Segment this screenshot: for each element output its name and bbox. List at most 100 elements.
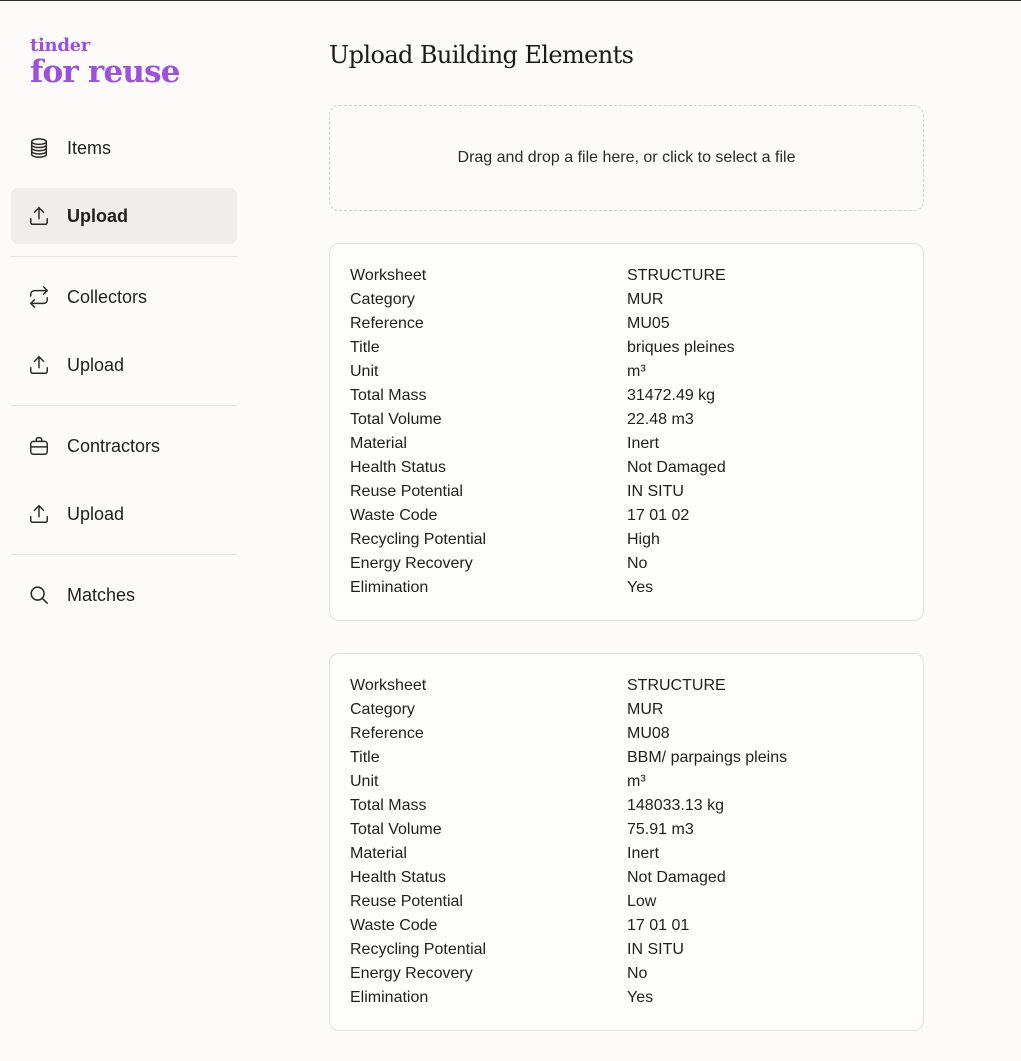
field-value: 31472.49 kg xyxy=(627,387,716,404)
search-icon xyxy=(27,583,51,607)
record-field-row: Waste Code 17 01 02 xyxy=(350,504,903,528)
field-value: m³ xyxy=(627,773,646,790)
field-value: MUR xyxy=(627,291,664,308)
field-value: No xyxy=(627,965,648,982)
field-value: Not Damaged xyxy=(627,869,726,886)
record-field-row: Reuse Potential IN SITU xyxy=(350,480,903,504)
sidebar-item-collectors-upload[interactable]: Upload xyxy=(11,337,237,393)
file-dropzone[interactable]: Drag and drop a file here, or click to s… xyxy=(329,105,924,211)
nav-divider xyxy=(11,405,237,406)
upload-icon xyxy=(27,353,51,377)
record-field-row: Recycling Potential IN SITU xyxy=(350,938,903,962)
field-value: IN SITU xyxy=(627,483,684,500)
nav-divider xyxy=(11,256,237,257)
field-label: Unit xyxy=(350,363,379,380)
page-title: Upload Building Elements xyxy=(329,41,634,69)
record-card: Worksheet STRUCTURE Category MUR Reference MU… xyxy=(329,653,924,1031)
record-field-row: Elimination Yes xyxy=(350,576,903,600)
record-field-row: Total Volume 22.48 m3 xyxy=(350,408,903,432)
field-label: Recycling Potential xyxy=(350,941,487,958)
sidebar-item-label: Contractors xyxy=(67,435,161,456)
brand-logo[interactable]: tinder for reuse xyxy=(30,35,181,88)
field-label: Category xyxy=(350,291,415,308)
sidebar-item-items[interactable]: Items xyxy=(11,120,237,176)
record-field-row: Reference MU05 xyxy=(350,312,903,336)
record-field-row: Energy Recovery No xyxy=(350,962,903,986)
record-field-row: Worksheet STRUCTURE xyxy=(350,674,903,698)
upload-icon xyxy=(27,204,51,228)
sidebar-item-label: Upload xyxy=(67,205,128,226)
field-value: MU08 xyxy=(627,725,670,742)
field-value: IN SITU xyxy=(627,941,684,958)
field-value: MU05 xyxy=(627,315,670,332)
field-label: Reuse Potential xyxy=(350,893,463,910)
field-label: Health Status xyxy=(350,459,447,476)
dropzone-text: Drag and drop a file here, or click to s… xyxy=(457,149,796,166)
field-value: Yes xyxy=(627,989,654,1006)
sidebar-item-matches[interactable]: Matches xyxy=(11,567,237,623)
field-label: Worksheet xyxy=(350,677,427,694)
field-label: Reuse Potential xyxy=(350,483,463,500)
sidebar-item-contractors[interactable]: Contractors xyxy=(11,418,237,474)
field-value: STRUCTURE xyxy=(627,267,726,284)
sidebar-nav: Items Upload Collectors Upload Contracto… xyxy=(11,120,237,635)
nav-divider xyxy=(11,554,237,555)
field-label: Health Status xyxy=(350,869,447,886)
record-field-row: Material Inert xyxy=(350,842,903,866)
sidebar-item-collectors[interactable]: Collectors xyxy=(11,269,237,325)
field-value: Inert xyxy=(627,845,660,862)
field-label: Reference xyxy=(350,725,424,742)
field-label: Total Mass xyxy=(350,387,427,404)
field-label: Unit xyxy=(350,773,379,790)
field-label: Elimination xyxy=(350,989,429,1006)
sidebar-item-items-upload[interactable]: Upload xyxy=(11,188,237,244)
field-label: Worksheet xyxy=(350,267,427,284)
field-label: Elimination xyxy=(350,579,429,596)
field-label: Material xyxy=(350,435,407,452)
record-field-row: Health Status Not Damaged xyxy=(350,866,903,890)
field-value: m³ xyxy=(627,363,646,380)
field-value: 148033.13 kg xyxy=(627,797,724,814)
brand-line1: tinder xyxy=(30,35,90,56)
record-field-row: Worksheet STRUCTURE xyxy=(350,264,903,288)
record-field-row: Category MUR xyxy=(350,288,903,312)
sidebar-item-label: Upload xyxy=(67,354,125,375)
field-label: Reference xyxy=(350,315,424,332)
field-value: 22.48 m3 xyxy=(627,411,694,428)
field-label: Recycling Potential xyxy=(350,531,487,548)
field-label: Category xyxy=(350,701,415,718)
field-label: Total Volume xyxy=(350,411,442,428)
field-label: Title xyxy=(350,749,380,766)
record-field-row: Title briques pleines xyxy=(350,336,903,360)
field-value: Not Damaged xyxy=(627,459,726,476)
record-field-row: Unit m³ xyxy=(350,360,903,384)
field-value: 17 01 01 xyxy=(627,917,690,934)
field-label: Energy Recovery xyxy=(350,555,473,572)
sidebar-item-label: Collectors xyxy=(67,286,148,307)
field-value: Low xyxy=(627,893,657,910)
record-field-row: Elimination Yes xyxy=(350,986,903,1010)
field-label: Energy Recovery xyxy=(350,965,473,982)
record-field-row: Waste Code 17 01 01 xyxy=(350,914,903,938)
field-label: Title xyxy=(350,339,380,356)
field-value: No xyxy=(627,555,648,572)
record-field-row: Unit m³ xyxy=(350,770,903,794)
field-value: 75.91 m3 xyxy=(627,821,694,838)
record-field-row: Total Mass 31472.49 kg xyxy=(350,384,903,408)
field-label: Total Mass xyxy=(350,797,427,814)
field-value: briques pleines xyxy=(627,339,735,356)
record-field-row: Material Inert xyxy=(350,432,903,456)
record-field-row: Total Volume 75.91 m3 xyxy=(350,818,903,842)
field-label: Total Volume xyxy=(350,821,442,838)
field-value: High xyxy=(627,531,660,548)
refresh-icon xyxy=(27,285,51,309)
sidebar: tinder for reuse Items Upload Collectors… xyxy=(0,1,248,1061)
sidebar-item-contractors-upload[interactable]: Upload xyxy=(11,486,237,542)
field-value: Yes xyxy=(627,579,654,596)
field-label: Material xyxy=(350,845,407,862)
field-value: 17 01 02 xyxy=(627,507,690,524)
field-value: MUR xyxy=(627,701,664,718)
database-icon xyxy=(27,136,51,160)
sidebar-item-label: Items xyxy=(67,137,112,158)
record-field-row: Total Mass 148033.13 kg xyxy=(350,794,903,818)
